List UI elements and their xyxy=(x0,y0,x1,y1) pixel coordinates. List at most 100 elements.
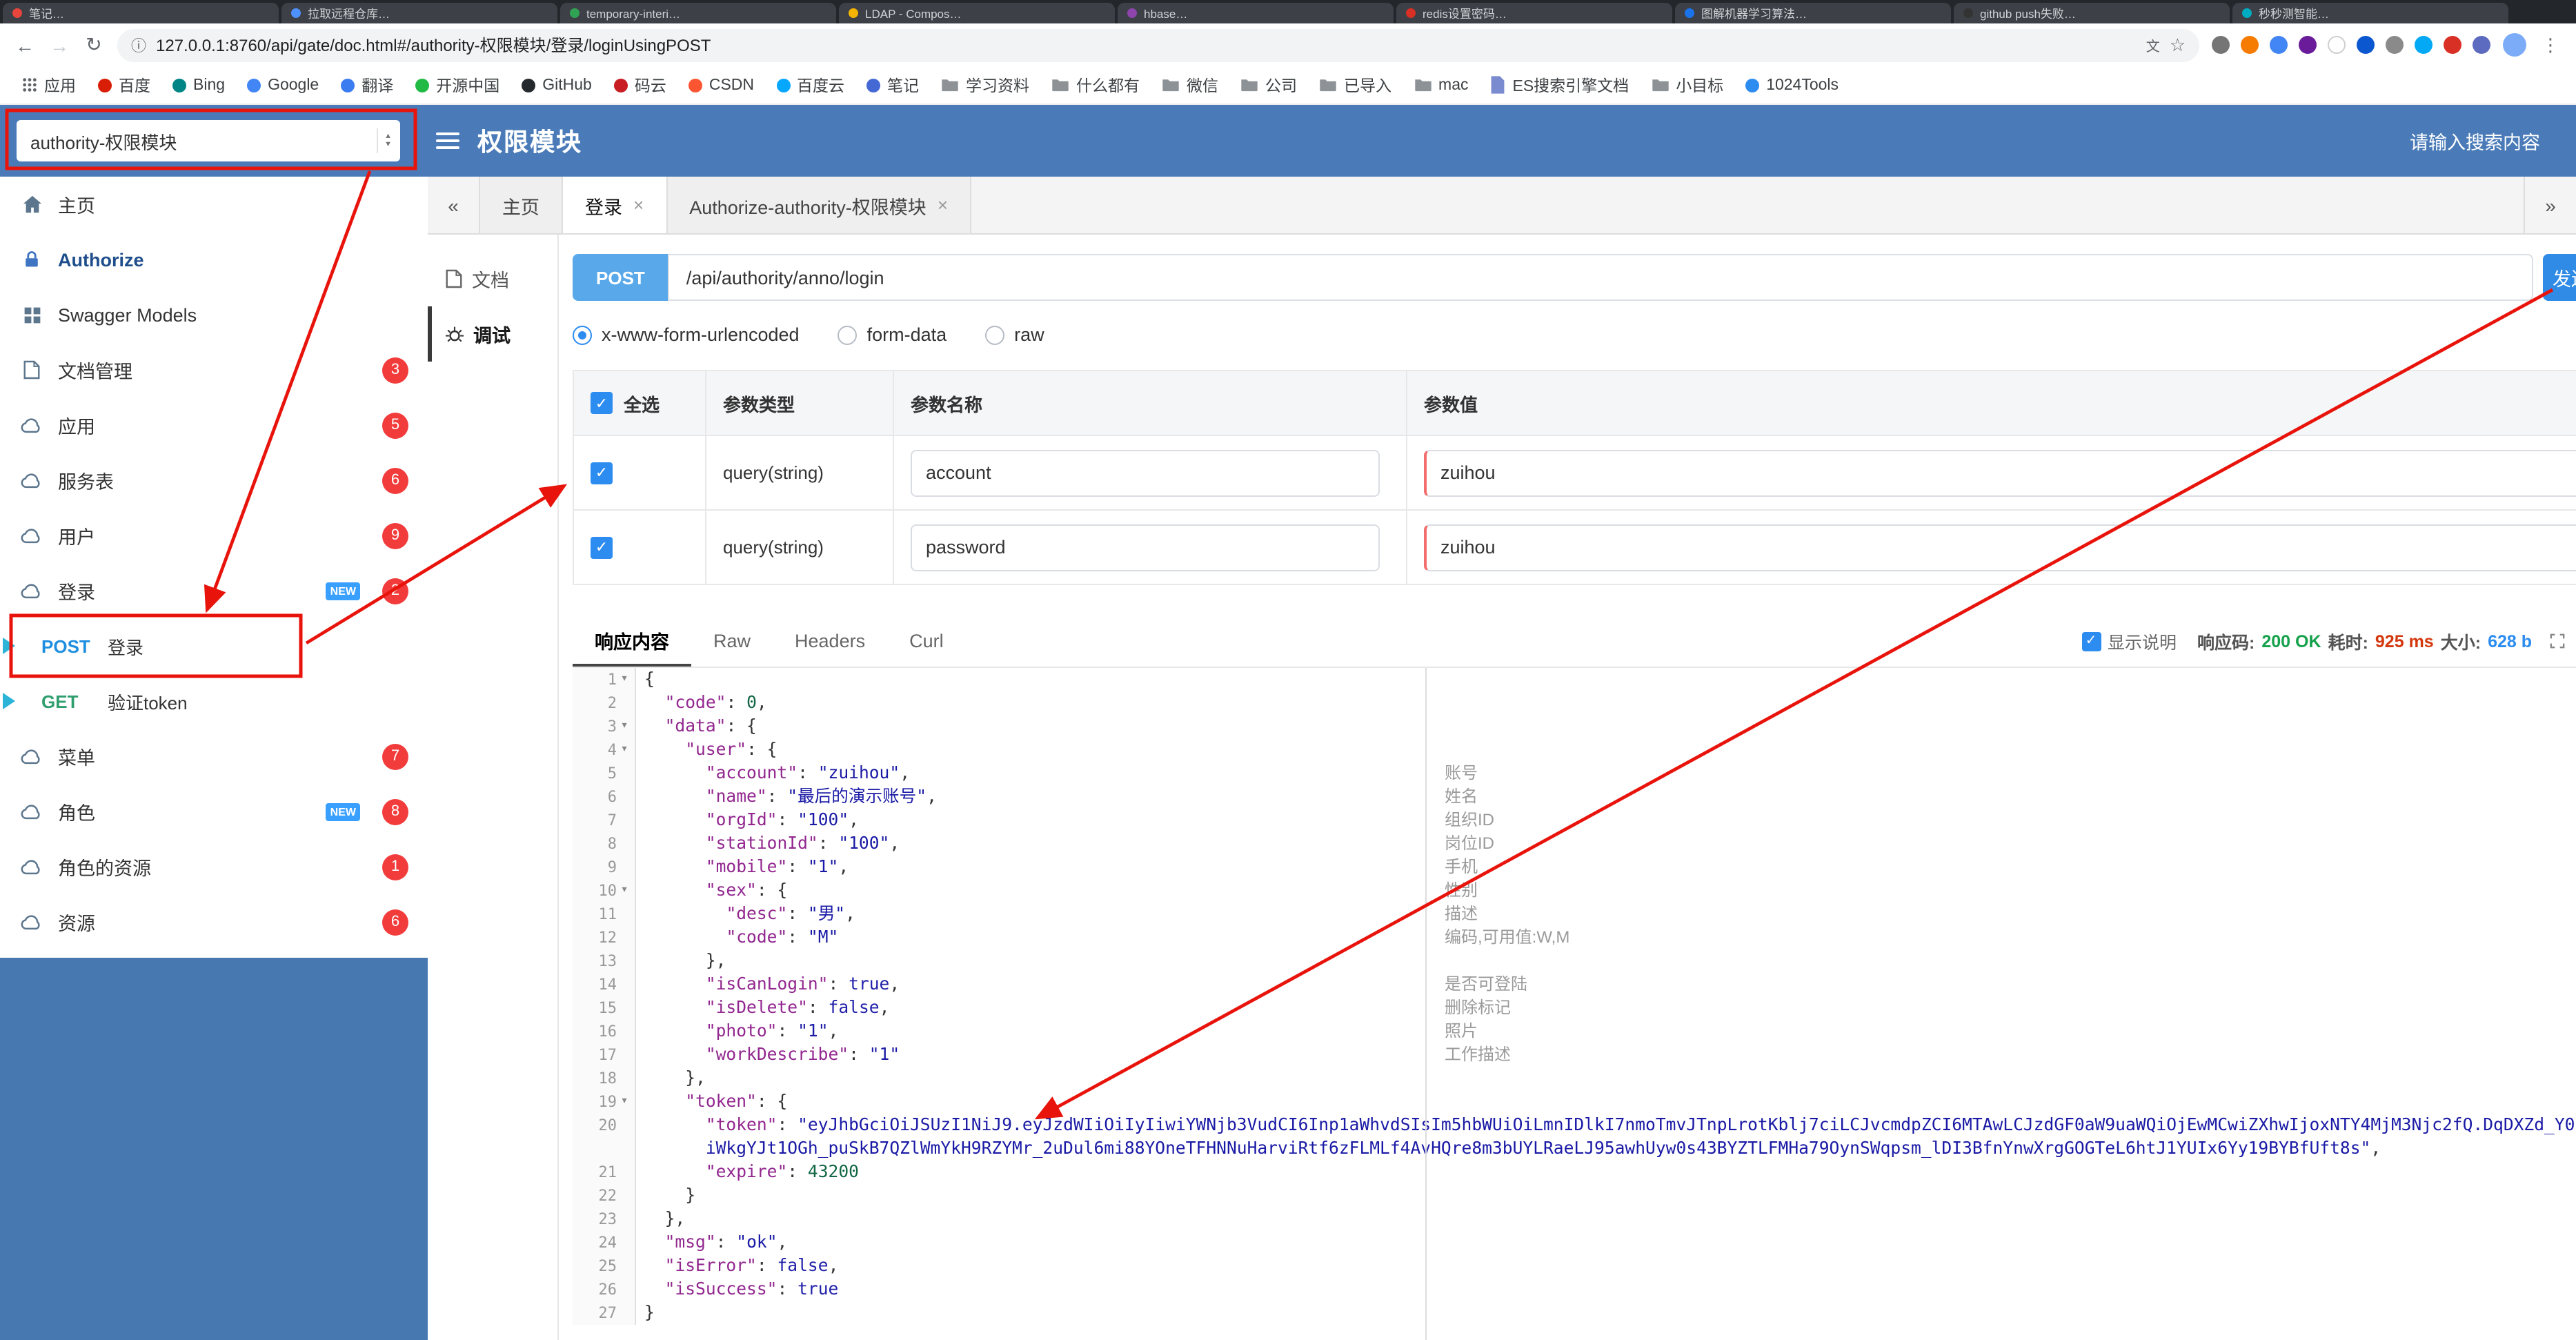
collapse-tabs-icon[interactable]: « xyxy=(428,177,480,233)
sidebar-item[interactable]: Swagger Models xyxy=(0,287,428,342)
profile-avatar[interactable] xyxy=(2503,33,2526,57)
bookmark-item[interactable]: mac xyxy=(1403,77,1479,93)
extension-icon[interactable] xyxy=(2270,36,2288,54)
bookmark-item[interactable]: 笔记 xyxy=(855,74,930,96)
sidebar-item[interactable]: 登录 NEW 2 xyxy=(0,563,428,618)
tab-document[interactable]: 文档 xyxy=(428,251,557,306)
extension-icon[interactable] xyxy=(2212,36,2230,54)
tab-raw[interactable]: Raw xyxy=(691,615,773,667)
bookmark-item[interactable]: 码云 xyxy=(603,74,677,96)
sidebar-item[interactable]: 服务表 6 xyxy=(0,453,428,508)
radio-form-data[interactable]: form-data xyxy=(838,324,947,345)
bookmark-item[interactable]: 什么都有 xyxy=(1040,74,1151,96)
checkbox-checked-icon[interactable]: ✓ xyxy=(591,536,613,558)
service-group-select[interactable]: authority-权限模块 ▲ ▼ xyxy=(17,120,400,161)
sidebar-operation-post[interactable]: POST 登录 xyxy=(0,618,428,673)
editor-tab[interactable]: 登录 × xyxy=(563,177,668,233)
param-value-input[interactable] xyxy=(1424,449,2576,496)
expand-tabs-icon[interactable]: » xyxy=(2524,177,2576,233)
fold-icon[interactable]: ▾ xyxy=(617,668,632,691)
bookmark-item[interactable]: 公司 xyxy=(1229,74,1308,96)
main-area: « 主页 登录 × Authorize-authority-权限模块 × » 文档 xyxy=(428,177,2576,1340)
radio-x-www-form-urlencoded[interactable]: x-www-form-urlencoded xyxy=(573,324,800,345)
extension-icon[interactable] xyxy=(2386,36,2404,54)
hamburger-icon[interactable] xyxy=(436,132,459,149)
bookmark-item[interactable]: Bing xyxy=(161,77,236,93)
browser-menu-icon[interactable]: ⋮ xyxy=(2539,34,2562,56)
extension-icon[interactable] xyxy=(2241,36,2259,54)
browser-tab[interactable]: 图解机器学习算法… xyxy=(1675,3,1951,23)
bookmark-item[interactable]: CSDN xyxy=(677,77,765,93)
bookmark-item[interactable]: 百度 xyxy=(87,74,161,96)
bookmark-star-icon[interactable]: ☆ xyxy=(2170,34,2186,56)
page-title: 权限模块 xyxy=(477,128,582,156)
sidebar-item[interactable]: 角色 NEW 8 xyxy=(0,784,428,839)
extension-icon[interactable] xyxy=(2473,36,2490,54)
param-name-input[interactable] xyxy=(911,524,1380,571)
param-name-input[interactable] xyxy=(911,449,1380,496)
fullscreen-icon[interactable] xyxy=(2550,633,2565,649)
param-value-input[interactable] xyxy=(1424,524,2576,571)
checkbox-checked-icon[interactable]: ✓ xyxy=(591,392,613,414)
show-desc-checkbox-icon[interactable]: ✓ xyxy=(2081,631,2101,651)
browser-tab[interactable]: github push失败… xyxy=(1954,3,2230,23)
tab-debug[interactable]: 调试 xyxy=(428,306,557,362)
docfile-icon xyxy=(19,360,44,380)
translate-icon[interactable]: 文 xyxy=(2146,35,2160,55)
extension-icon[interactable] xyxy=(2328,36,2346,54)
tab-curl[interactable]: Curl xyxy=(887,615,966,667)
extension-icon[interactable] xyxy=(2357,36,2375,54)
bookmark-item[interactable]: GitHub xyxy=(511,77,603,93)
url-bar[interactable]: ⓘ 127.0.0.1:8760/api/gate/doc.html#/auth… xyxy=(117,28,2199,61)
url-text[interactable]: 127.0.0.1:8760/api/gate/doc.html#/author… xyxy=(156,33,2137,57)
sidebar-item[interactable]: 角色的资源 1 xyxy=(0,839,428,894)
fold-icon[interactable]: ▾ xyxy=(617,1090,632,1114)
bookmark-item[interactable]: 学习资料 xyxy=(930,74,1040,96)
tab-headers[interactable]: Headers xyxy=(773,615,887,667)
fold-icon[interactable]: ▾ xyxy=(617,715,632,738)
back-icon[interactable]: ← xyxy=(14,34,36,56)
send-button[interactable]: 发送 xyxy=(2543,254,2576,301)
tab-response-content[interactable]: 响应内容 xyxy=(573,615,691,667)
editor-tab[interactable]: 主页 xyxy=(480,177,563,233)
extension-icon[interactable] xyxy=(2299,36,2317,54)
bookmark-item[interactable]: 1024Tools xyxy=(1734,77,1850,93)
bookmark-item[interactable]: Google xyxy=(236,77,330,93)
extension-icon[interactable] xyxy=(2444,36,2461,54)
browser-tab[interactable]: 拉取远程仓库… xyxy=(281,3,557,23)
browser-tab[interactable]: hbase… xyxy=(1118,3,1394,23)
bookmark-item[interactable]: ES搜索引擎文档 xyxy=(1480,74,1641,96)
browser-tab[interactable]: 笔记… xyxy=(3,3,279,23)
site-info-icon[interactable]: ⓘ xyxy=(131,34,146,56)
bookmark-item[interactable]: 开源中国 xyxy=(404,74,511,96)
fold-icon[interactable]: ▾ xyxy=(617,879,632,903)
search-input[interactable]: 请输入搜索内容 xyxy=(2410,127,2540,155)
bookmark-item[interactable]: 已导入 xyxy=(1308,74,1403,96)
sidebar-operation-get[interactable]: GET 验证token xyxy=(0,673,428,729)
browser-tab[interactable]: redis设置密码… xyxy=(1396,3,1672,23)
radio-raw[interactable]: raw xyxy=(985,324,1044,345)
checkbox-checked-icon[interactable]: ✓ xyxy=(591,462,613,484)
bookmark-item[interactable]: 微信 xyxy=(1151,74,1229,96)
close-tab-icon[interactable]: × xyxy=(938,195,948,215)
bookmark-item[interactable]: 小目标 xyxy=(1640,74,1734,96)
sidebar-item[interactable]: 资源 6 xyxy=(0,894,428,949)
close-tab-icon[interactable]: × xyxy=(633,195,644,215)
sidebar-item[interactable]: 应用 5 xyxy=(0,397,428,453)
browser-tab[interactable]: temporary-interi… xyxy=(560,3,836,23)
browser-tab[interactable]: 秒秒测智能… xyxy=(2232,3,2508,23)
bookmark-item[interactable]: 应用 xyxy=(11,74,87,96)
extension-icon[interactable] xyxy=(2415,36,2433,54)
reload-icon[interactable]: ↻ xyxy=(83,33,105,57)
sidebar-item[interactable]: 文档管理 3 xyxy=(0,342,428,397)
fold-icon[interactable]: ▾ xyxy=(617,738,632,762)
sidebar-item[interactable]: 用户 9 xyxy=(0,508,428,563)
bookmark-item[interactable]: 百度云 xyxy=(765,74,855,96)
bookmark-item[interactable]: 翻译 xyxy=(330,74,404,96)
browser-tab[interactable]: LDAP - Compos… xyxy=(839,3,1115,23)
request-url-input[interactable]: /api/authority/anno/login xyxy=(668,254,2533,301)
sidebar-item[interactable]: 菜单 7 xyxy=(0,729,428,784)
sidebar-item[interactable]: Authorize xyxy=(0,232,428,287)
editor-tab[interactable]: Authorize-authority-权限模块 × xyxy=(667,177,971,233)
sidebar-item[interactable]: 主页 xyxy=(0,177,428,232)
